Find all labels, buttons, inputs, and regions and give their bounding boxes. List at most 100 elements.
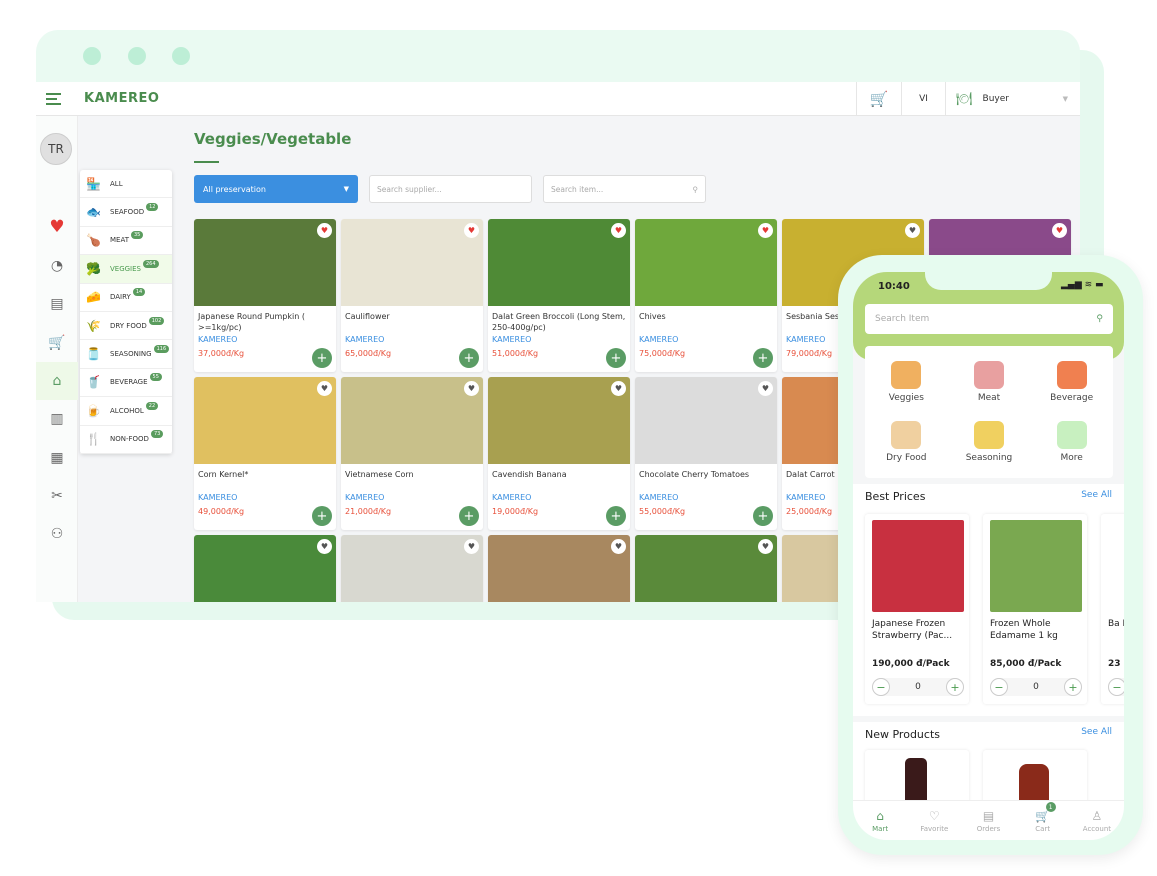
add-to-cart-button[interactable]: + xyxy=(312,348,332,368)
tab-cart[interactable]: 🛒 Cart 1 xyxy=(1016,801,1070,840)
add-to-cart-button[interactable]: + xyxy=(312,506,332,526)
category-item[interactable]: 🍴 NON-FOOD 73 xyxy=(80,426,172,454)
supplier-link[interactable]: KAMEREO xyxy=(341,493,483,502)
category-item[interactable]: 🥤 BEVERAGE 55 xyxy=(80,369,172,398)
product-card[interactable]: ♥ Chocolate Cherry Tomatoes KAMEREO 55,000đ… xyxy=(635,377,777,530)
tab-orders[interactable]: ▤ Orders xyxy=(961,801,1015,840)
phone-search-input[interactable]: Search Item ⚲ xyxy=(865,304,1113,334)
search-item-input[interactable]: Search item... ⚲ xyxy=(543,175,706,203)
quantity-stepper[interactable]: − 0 + xyxy=(990,678,1082,696)
favorite-heart-icon[interactable]: ♥ xyxy=(464,223,479,238)
category-item[interactable]: 🏪 ALL xyxy=(80,170,172,199)
favorite-heart-icon[interactable]: ♥ xyxy=(611,381,626,396)
favorite-heart-icon[interactable]: ♥ xyxy=(317,223,332,238)
product-card[interactable]: ♥ xyxy=(194,535,336,602)
phone-category[interactable]: Veggies xyxy=(865,352,948,412)
supplier-link[interactable]: KAMEREO xyxy=(635,493,777,502)
status-icons: ▂▄▆ ≋ ▬ xyxy=(1061,280,1104,290)
favorite-heart-icon[interactable]: ♥ xyxy=(464,381,479,396)
product-card[interactable]: ♥ Cauliflower KAMEREO 65,000đ/Kg + xyxy=(341,219,483,372)
bottom-tab-bar: ⌂ Mart ♡ Favorite ▤ Orders 🛒 Cart 1 ♙ Account xyxy=(853,800,1124,840)
product-card[interactable]: ♥ Corn Kernel* KAMEREO 49,000đ/Kg + xyxy=(194,377,336,530)
favorite-heart-icon[interactable]: ♥ xyxy=(611,223,626,238)
bar-chart-icon[interactable]: ▥ xyxy=(36,400,78,438)
add-to-cart-button[interactable]: + xyxy=(459,348,479,368)
minus-button[interactable]: − xyxy=(872,678,890,696)
quantity-stepper[interactable]: − 0 + xyxy=(872,678,964,696)
supplier-link[interactable]: KAMEREO xyxy=(194,335,336,344)
supplier-link[interactable]: KAMEREO xyxy=(341,335,483,344)
supplier-link[interactable]: KAMEREO xyxy=(635,335,777,344)
minus-button[interactable]: − xyxy=(990,678,1008,696)
add-to-cart-button[interactable]: + xyxy=(753,506,773,526)
add-to-cart-button[interactable]: + xyxy=(459,506,479,526)
preservation-select[interactable]: All preservation ▼ xyxy=(194,175,358,203)
favorite-heart-icon[interactable]: ♥ xyxy=(317,539,332,554)
phone-category[interactable]: More xyxy=(1030,412,1113,472)
product-card[interactable]: ♥ xyxy=(341,535,483,602)
product-card[interactable]: ♥ xyxy=(635,535,777,602)
count-badge: 14 xyxy=(132,288,146,297)
product-card[interactable]: ♥ Cavendish Banana KAMEREO 19,000đ/Kg + xyxy=(488,377,630,530)
supplier-link[interactable]: KAMEREO xyxy=(488,335,630,344)
product-card[interactable]: ♥ Dalat Green Broccoli (Long Stem, 250-40… xyxy=(488,219,630,372)
add-to-cart-button[interactable]: + xyxy=(606,348,626,368)
product-card[interactable]: ♥ Vietnamese Corn KAMEREO 21,000đ/Kg + xyxy=(341,377,483,530)
quantity-stepper[interactable]: −+ xyxy=(1108,678,1124,696)
tab-account[interactable]: ♙ Account xyxy=(1070,801,1124,840)
users-icon[interactable]: ⚇ xyxy=(36,515,78,553)
heart-icon[interactable]: ♥ xyxy=(36,208,78,246)
favorite-heart-icon[interactable]: ♥ xyxy=(611,539,626,554)
brand-logo[interactable]: KAMEREO xyxy=(84,91,159,106)
avatar[interactable]: TR xyxy=(40,133,72,165)
speedometer-icon[interactable]: ◔ xyxy=(36,247,78,285)
store-icon[interactable]: ⌂ xyxy=(36,362,78,400)
minus-button[interactable]: − xyxy=(1108,678,1124,696)
plus-button[interactable]: + xyxy=(945,678,964,696)
tab-favorite[interactable]: ♡ Favorite xyxy=(907,801,961,840)
phone-category[interactable]: Beverage xyxy=(1030,352,1113,412)
favorite-heart-icon[interactable]: ♥ xyxy=(464,539,479,554)
category-item[interactable]: 🧀 DAIRY 14 xyxy=(80,284,172,312)
search-supplier-input[interactable]: Search supplier... xyxy=(369,175,532,203)
product-card[interactable]: Ba Pu 23 −+ xyxy=(1101,514,1124,704)
product-card[interactable]: ♥ Chives KAMEREO 75,000đ/Kg + xyxy=(635,219,777,372)
see-all-link[interactable]: See All xyxy=(1081,490,1112,500)
document-icon[interactable]: ▤ xyxy=(36,285,78,323)
supplier-link[interactable]: KAMEREO xyxy=(194,493,336,502)
phone-category[interactable]: Dry Food xyxy=(865,412,948,472)
menu-icon[interactable] xyxy=(46,93,61,105)
see-all-link[interactable]: See All xyxy=(1081,727,1112,737)
add-to-cart-button[interactable]: + xyxy=(606,506,626,526)
favorite-heart-icon[interactable]: ♥ xyxy=(1052,223,1067,238)
phone-category[interactable]: Seasoning xyxy=(948,412,1031,472)
building-icon[interactable]: ▦ xyxy=(36,439,78,477)
category-item[interactable]: 🫙 SEASONING 116 xyxy=(80,340,172,369)
role-select[interactable]: 🍽 Buyer ▼ xyxy=(945,82,1080,116)
favorite-heart-icon[interactable]: ♥ xyxy=(905,223,920,238)
supplier-link[interactable]: KAMEREO xyxy=(488,493,630,502)
product-card[interactable]: ♥ xyxy=(488,535,630,602)
category-item[interactable]: 🌾 DRY FOOD 102 xyxy=(80,312,172,341)
tools-icon[interactable]: ✂ xyxy=(36,477,78,515)
product-card[interactable]: Frozen Whole Edamame 1 kg 85,000 đ/Pack − 0… xyxy=(983,514,1087,704)
category-item[interactable]: 🐟 SEAFOOD 12 xyxy=(80,198,172,227)
favorite-heart-icon[interactable]: ♥ xyxy=(758,539,773,554)
product-name: Corn Kernel* xyxy=(198,470,249,479)
favorite-heart-icon[interactable]: ♥ xyxy=(317,381,332,396)
plus-button[interactable]: + xyxy=(1063,678,1082,696)
cart-icon[interactable]: 🛒 xyxy=(856,82,901,116)
category-item[interactable]: 🥦 VEGGIES 264 xyxy=(80,255,172,284)
product-card[interactable]: ♥ Japanese Round Pumpkin ( >=1kg/pc) KAMER… xyxy=(194,219,336,372)
favorite-heart-icon[interactable]: ♥ xyxy=(758,223,773,238)
category-item[interactable]: 🍺 ALCOHOL 22 xyxy=(80,397,172,426)
category-item[interactable]: 🍗 MEAT 35 xyxy=(80,227,172,256)
favorite-heart-icon[interactable]: ♥ xyxy=(758,381,773,396)
language-button[interactable]: VI xyxy=(901,82,945,116)
tab-mart[interactable]: ⌂ Mart xyxy=(853,801,907,840)
product-card[interactable]: Japanese Frozen Strawberry (Pac... 190,00… xyxy=(865,514,969,704)
phone-category[interactable]: Meat xyxy=(948,352,1031,412)
cart-icon[interactable]: 🛒 xyxy=(36,324,78,362)
add-to-cart-button[interactable]: + xyxy=(753,348,773,368)
category-icon xyxy=(973,361,1004,389)
